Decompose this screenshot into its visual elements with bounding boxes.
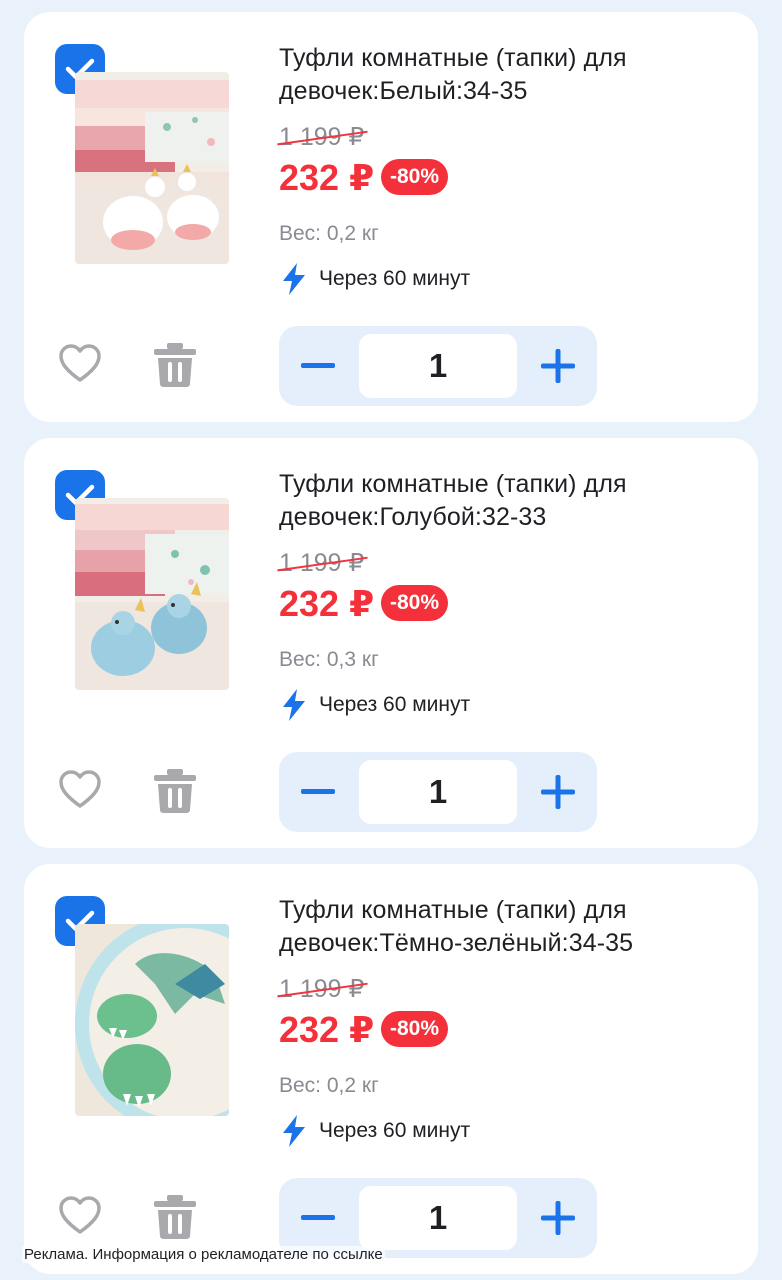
trash-icon[interactable]	[153, 768, 197, 814]
cart-item: Туфли комнатные (тапки) для девочек:Голуб…	[24, 438, 758, 848]
lightning-icon	[283, 263, 305, 295]
product-weight: Вес: 0,2 кг	[279, 222, 379, 245]
increase-button[interactable]	[519, 326, 597, 406]
product-image[interactable]	[75, 498, 229, 690]
cart-item: Туфли комнатные (тапки) для девочек:Тёмно…	[24, 864, 758, 1274]
plus-icon	[541, 775, 575, 809]
delivery-info: Через 60 минут	[279, 262, 470, 296]
lightning-icon	[283, 1115, 305, 1147]
product-title[interactable]: Туфли комнатные (тапки) для девочек:Белый…	[279, 42, 719, 108]
product-weight: Вес: 0,2 кг	[279, 1074, 379, 1097]
decrease-button[interactable]	[279, 752, 357, 832]
heart-icon[interactable]	[58, 1194, 102, 1238]
heart-icon[interactable]	[58, 768, 102, 812]
decrease-button[interactable]	[279, 326, 357, 406]
discount-badge: -80%	[381, 159, 449, 195]
product-title[interactable]: Туфли комнатные (тапки) для девочек:Голуб…	[279, 468, 719, 534]
discount-badge: -80%	[381, 1011, 449, 1047]
quantity-value[interactable]: 1	[359, 760, 517, 824]
trash-icon[interactable]	[153, 342, 197, 388]
old-price: 1 199 ₽	[277, 548, 369, 578]
trash-icon[interactable]	[153, 1194, 197, 1240]
old-price: 1 199 ₽	[277, 122, 369, 152]
minus-icon	[301, 363, 335, 368]
current-price: 232 ₽	[279, 583, 375, 624]
increase-button[interactable]	[519, 1178, 597, 1258]
plus-icon	[541, 1201, 575, 1235]
cart-list: Туфли комнатные (тапки) для девочек:Белый…	[0, 0, 782, 1280]
increase-button[interactable]	[519, 752, 597, 832]
quantity-value[interactable]: 1	[359, 334, 517, 398]
discount-badge: -80%	[381, 585, 449, 621]
product-image[interactable]	[75, 924, 229, 1116]
cart-item: Туфли комнатные (тапки) для девочек:Белый…	[24, 12, 758, 422]
quantity-value[interactable]: 1	[359, 1186, 517, 1250]
minus-icon	[301, 1215, 335, 1220]
plus-icon	[541, 349, 575, 383]
old-price: 1 199 ₽	[277, 974, 369, 1004]
delivery-info: Через 60 минут	[279, 1114, 470, 1148]
current-price: 232 ₽	[279, 157, 375, 198]
product-title[interactable]: Туфли комнатные (тапки) для девочек:Тёмно…	[279, 894, 719, 960]
heart-icon[interactable]	[58, 342, 102, 386]
quantity-stepper: 1	[279, 752, 597, 832]
quantity-stepper: 1	[279, 326, 597, 406]
minus-icon	[301, 789, 335, 794]
product-weight: Вес: 0,3 кг	[279, 648, 379, 671]
delivery-info: Через 60 минут	[279, 688, 470, 722]
current-price: 232 ₽	[279, 1009, 375, 1050]
ad-notice[interactable]: Реклама. Информация о рекламодателе по с…	[22, 1246, 385, 1263]
product-image[interactable]	[75, 72, 229, 264]
lightning-icon	[283, 689, 305, 721]
